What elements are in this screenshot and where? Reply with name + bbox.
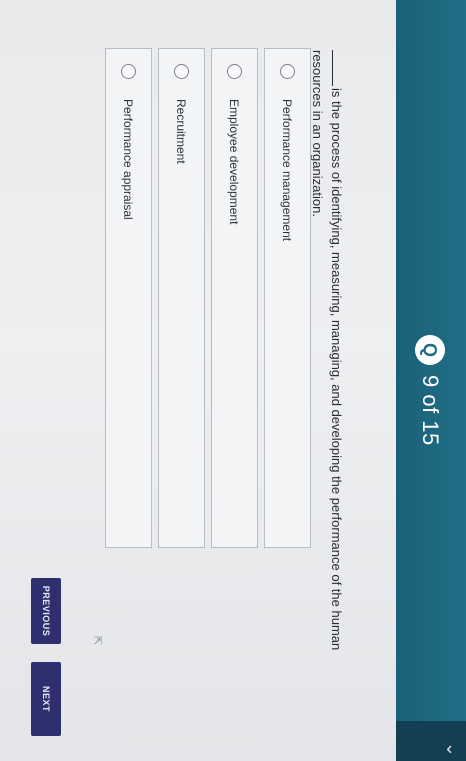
next-button[interactable]: NEXT bbox=[31, 662, 61, 736]
option-performance-management[interactable]: Performance management bbox=[264, 48, 311, 548]
option-label: Recruitment bbox=[174, 99, 189, 164]
option-label: Employee development bbox=[227, 99, 242, 225]
option-performance-appraisal[interactable]: Performance appraisal bbox=[105, 48, 152, 548]
fill-in-blank bbox=[332, 50, 345, 86]
question-body: is the process of identifying, measuring… bbox=[310, 50, 344, 651]
radio-button-icon[interactable] bbox=[280, 64, 295, 79]
radio-button-icon[interactable] bbox=[121, 64, 136, 79]
question-counter-text: 9 of 15 bbox=[418, 375, 443, 446]
option-label: Performance management bbox=[280, 99, 295, 242]
answer-options: Performance management Employee developm… bbox=[99, 48, 311, 548]
quiz-page: Q 9 of 15 ⌄ is the process of identifyin… bbox=[0, 0, 466, 761]
mouse-cursor-icon: ⇱ bbox=[91, 636, 103, 646]
question-icon: Q bbox=[415, 335, 445, 365]
question-counter: Q 9 of 15 bbox=[410, 335, 450, 446]
option-label: Performance appraisal bbox=[121, 99, 136, 220]
header-corner: ⌄ bbox=[396, 721, 466, 761]
radio-button-icon[interactable] bbox=[174, 64, 189, 79]
option-employee-development[interactable]: Employee development bbox=[211, 48, 258, 548]
option-recruitment[interactable]: Recruitment bbox=[158, 48, 205, 548]
chevron-icon[interactable]: ⌄ bbox=[443, 742, 463, 757]
question-text: is the process of identifying, measuring… bbox=[308, 50, 346, 690]
previous-button[interactable]: PREVIOUS bbox=[31, 578, 61, 644]
header-band: Q 9 of 15 ⌄ bbox=[396, 0, 466, 761]
radio-button-icon[interactable] bbox=[227, 64, 242, 79]
